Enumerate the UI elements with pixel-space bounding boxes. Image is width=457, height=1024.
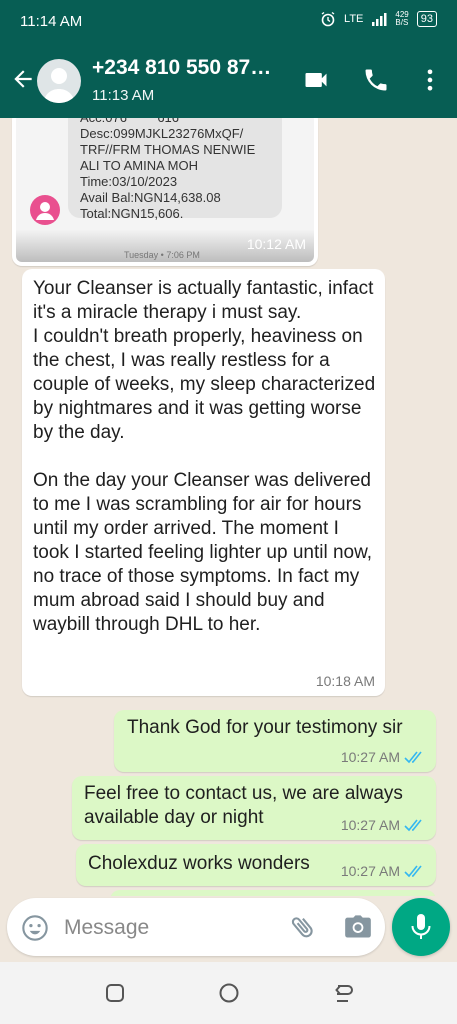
message-input[interactable] xyxy=(62,912,276,944)
phone-icon[interactable] xyxy=(362,66,390,94)
person-icon xyxy=(36,202,54,220)
signal-icon xyxy=(372,13,387,26)
outgoing-message[interactable]: Cholexduz works wonders 10:27 AM xyxy=(76,844,436,886)
system-nav-bar xyxy=(0,962,457,1024)
screenshot-footer: Tuesday • 7:06 PM xyxy=(124,250,200,260)
net-speed: 429 B/S xyxy=(395,10,409,27)
mic-button[interactable] xyxy=(392,898,450,956)
back-arrow-icon[interactable] xyxy=(10,66,36,92)
read-ticks-icon xyxy=(404,751,422,764)
read-ticks-icon xyxy=(404,865,422,878)
default-avatar-icon xyxy=(43,68,75,103)
incoming-message[interactable]: Your Cleanser is actually fantastic, inf… xyxy=(22,269,385,696)
screenshot-image[interactable]: Acc:076******616 Desc:099MJKL23276MxQF/ … xyxy=(16,118,314,262)
network-type: LTE xyxy=(344,13,364,25)
read-ticks-icon xyxy=(404,819,422,832)
message-meta: 10:27 AM xyxy=(341,863,426,879)
video-call-icon[interactable] xyxy=(302,66,330,94)
home-icon[interactable] xyxy=(217,981,241,1005)
message-time: 10:12 AM xyxy=(246,236,306,252)
image-message[interactable]: Acc:076******616 Desc:099MJKL23276MxQF/ … xyxy=(12,118,318,266)
more-vert-icon[interactable] xyxy=(416,66,444,94)
status-bar: 11:14 AM LTE 429 B/S 93 xyxy=(0,0,457,44)
contact-avatar[interactable] xyxy=(37,59,81,103)
message-text: Your Cleanser is actually fantastic, inf… xyxy=(33,278,376,635)
sms-text: Acc:076******616 Desc:099MJKL23276MxQF/ … xyxy=(80,118,256,221)
outgoing-message-partial[interactable] xyxy=(110,890,436,896)
message-composer xyxy=(7,898,385,956)
outgoing-message[interactable]: Feel free to contact us, we are always a… xyxy=(72,776,436,840)
message-text: Thank God for your testimony sir xyxy=(127,717,403,738)
contact-name[interactable]: +234 810 550 87… xyxy=(92,56,271,80)
message-meta: 10:27 AM xyxy=(341,817,426,833)
message-time: 10:27 AM xyxy=(340,749,400,765)
status-indicators: LTE 429 B/S 93 xyxy=(320,11,437,27)
message-text: Cholexduz works wonders xyxy=(88,853,310,874)
back-nav-icon[interactable] xyxy=(331,981,355,1005)
alarm-icon xyxy=(321,11,335,27)
status-time: 11:14 AM xyxy=(20,13,83,30)
attach-icon[interactable] xyxy=(289,913,317,941)
chat-header: +234 810 550 87… 11:13 AM xyxy=(0,44,457,118)
recents-icon[interactable] xyxy=(103,981,127,1005)
message-meta: 10:18 AM xyxy=(316,673,375,689)
message-time: 10:27 AM xyxy=(340,817,400,833)
message-time: 10:27 AM xyxy=(340,863,400,879)
camera-icon[interactable] xyxy=(344,914,372,940)
battery-level: 93 xyxy=(416,11,437,27)
last-seen: 11:13 AM xyxy=(92,87,155,104)
chat-area[interactable]: Acc:076******616 Desc:099MJKL23276MxQF/ … xyxy=(0,118,457,896)
outgoing-message[interactable]: Thank God for your testimony sir 10:27 A… xyxy=(114,710,436,772)
sms-sender-avatar xyxy=(30,195,60,225)
message-time: 10:18 AM xyxy=(315,673,375,689)
emoji-icon[interactable] xyxy=(21,914,49,942)
mic-icon xyxy=(411,914,431,939)
message-meta: 10:27 AM xyxy=(341,749,426,765)
